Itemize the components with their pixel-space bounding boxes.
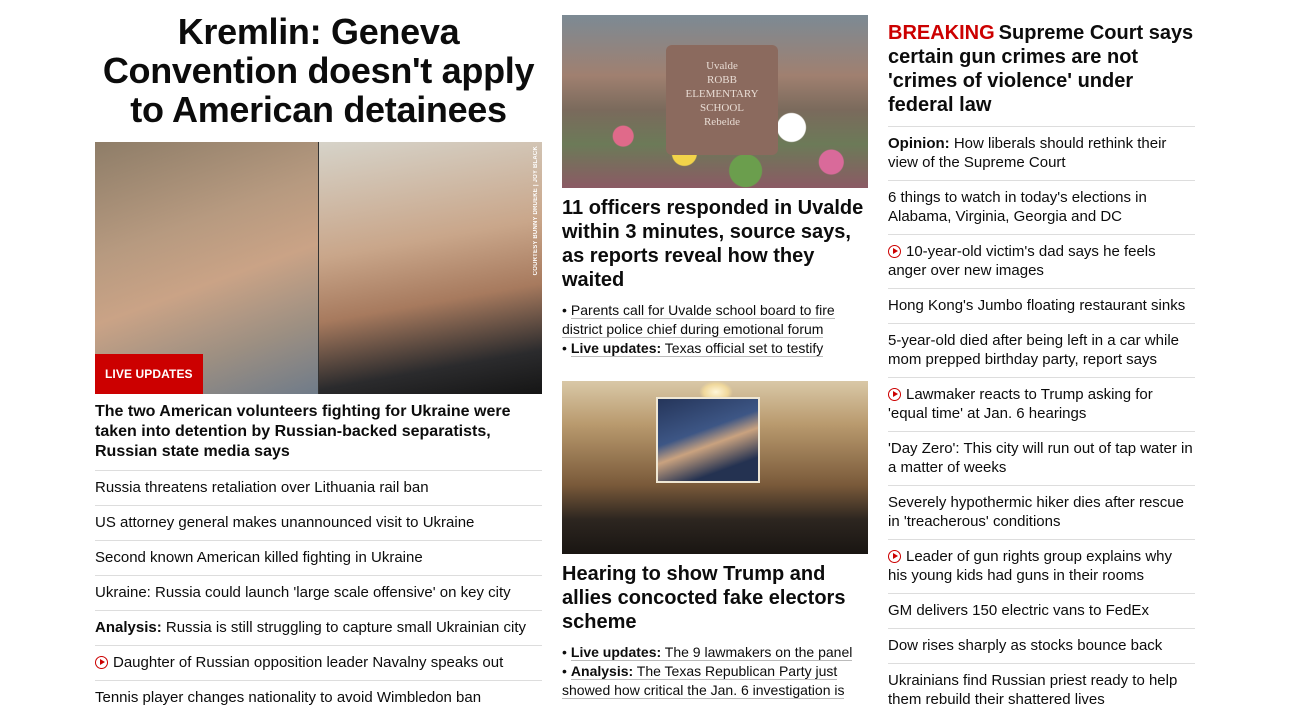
related-link[interactable]: Second known American killed fighting in… bbox=[95, 541, 542, 576]
breaking-headline[interactable]: BREAKING Supreme Court says certain gun c… bbox=[888, 21, 1195, 127]
headline-list: Opinion: How liberals should rethink the… bbox=[888, 127, 1195, 717]
link-text: GM delivers 150 electric vans to FedEx bbox=[888, 602, 1149, 619]
bullet-link[interactable]: • Live updates: Texas official set to tes… bbox=[562, 339, 868, 358]
live-updates-badge[interactable]: LIVE UPDATES bbox=[95, 354, 203, 394]
bullet-text: Parents call for Uvalde school board to … bbox=[562, 302, 835, 338]
headline-link[interactable]: Dow rises sharply as stocks bounce back bbox=[888, 629, 1195, 664]
uvalde-headline[interactable]: 11 officers responded in Uvalde within 3… bbox=[562, 196, 868, 292]
headline-link[interactable]: 'Day Zero': This city will run out of ta… bbox=[888, 432, 1195, 486]
play-icon bbox=[888, 550, 901, 563]
hearing-bullets: • Live updates: The 9 lawmakers on the pa… bbox=[562, 643, 868, 700]
bullet-link[interactable]: • Parents call for Uvalde school board to… bbox=[562, 301, 868, 339]
headline-link[interactable]: Severely hypothermic hiker dies after re… bbox=[888, 486, 1195, 540]
link-text: 6 things to watch in today's elections i… bbox=[888, 189, 1147, 225]
link-text: Dow rises sharply as stocks bounce back bbox=[888, 637, 1163, 654]
play-icon bbox=[95, 656, 108, 669]
headline-link[interactable]: Hong Kong's Jumbo floating restaurant si… bbox=[888, 289, 1195, 324]
headline-link[interactable]: 6 things to watch in today's elections i… bbox=[888, 181, 1195, 235]
related-link[interactable]: Tennis player changes nationality to avo… bbox=[95, 681, 542, 715]
hero-subheadline[interactable]: The two American volunteers fighting for… bbox=[95, 402, 542, 471]
related-link[interactable]: US attorney general makes unannounced vi… bbox=[95, 506, 542, 541]
link-text: Second known American killed fighting in… bbox=[95, 549, 423, 566]
link-text: 5-year-old died after being left in a ca… bbox=[888, 332, 1179, 368]
sign-line: ROBB bbox=[707, 74, 737, 86]
bullet-dot: • bbox=[562, 644, 567, 660]
play-icon bbox=[888, 245, 901, 258]
headline-link[interactable]: Ukrainians find Russian priest ready to … bbox=[888, 664, 1195, 717]
link-tag: Opinion: bbox=[888, 135, 950, 152]
headline-link[interactable]: Opinion: How liberals should rethink the… bbox=[888, 127, 1195, 181]
related-link[interactable]: Daughter of Russian opposition leader Na… bbox=[95, 646, 542, 681]
bullet-dot: • bbox=[562, 663, 567, 679]
school-sign: Uvalde ROBB ELEMENTARY SCHOOL Rebelde bbox=[666, 45, 778, 155]
bullet-link[interactable]: • Live updates: The 9 lawmakers on the pa… bbox=[562, 643, 868, 662]
bullet-body: Parents call for Uvalde school board to … bbox=[562, 302, 835, 337]
link-text: Hong Kong's Jumbo floating restaurant si… bbox=[888, 297, 1186, 314]
sign-line: Uvalde bbox=[706, 60, 738, 72]
breaking-label: BREAKING bbox=[888, 22, 995, 44]
link-text: Tennis player changes nationality to avo… bbox=[95, 689, 482, 706]
hearing-headline[interactable]: Hearing to show Trump and allies concoct… bbox=[562, 562, 868, 634]
link-text: Lawmaker reacts to Trump asking for 'equ… bbox=[888, 386, 1153, 422]
bullet-body: The 9 lawmakers on the panel bbox=[664, 644, 853, 660]
play-icon bbox=[888, 388, 901, 401]
lead-story-column: Kremlin: Geneva Convention doesn't apply… bbox=[95, 0, 542, 715]
related-links-list: Russia threatens retaliation over Lithua… bbox=[95, 471, 542, 715]
sign-line: Rebelde bbox=[703, 116, 741, 128]
link-text: 10-year-old victim's dad says he feels a… bbox=[888, 243, 1156, 279]
related-link[interactable]: Ukraine: Russia could launch 'large scal… bbox=[95, 576, 542, 611]
headline-link[interactable]: 10-year-old victim's dad says he feels a… bbox=[888, 235, 1195, 289]
link-text: US attorney general makes unannounced vi… bbox=[95, 514, 475, 531]
hero-photo[interactable]: COURTESY BUNNY DRUEKE | JOY BLACK LIVE U… bbox=[95, 142, 542, 394]
hearing-screen bbox=[656, 397, 760, 483]
jan6-hearing-image[interactable] bbox=[562, 381, 868, 554]
headline-link[interactable]: Lawmaker reacts to Trump asking for 'equ… bbox=[888, 378, 1195, 432]
link-text: Ukraine: Russia could launch 'large scal… bbox=[95, 584, 511, 601]
related-link[interactable]: Russia threatens retaliation over Lithua… bbox=[95, 471, 542, 506]
link-text: Russia is still struggling to capture sm… bbox=[165, 619, 527, 636]
detainee-photo-right bbox=[319, 142, 542, 394]
link-text: Severely hypothermic hiker dies after re… bbox=[888, 494, 1184, 530]
uvalde-bullets: • Parents call for Uvalde school board to… bbox=[562, 301, 868, 358]
middle-column: Uvalde ROBB ELEMENTARY SCHOOL Rebelde 11 off… bbox=[562, 0, 868, 700]
hero-headline[interactable]: Kremlin: Geneva Convention doesn't apply… bbox=[95, 12, 542, 129]
photo-credit: COURTESY BUNNY DRUEKE | JOY BLACK bbox=[533, 146, 539, 276]
link-text: Leader of gun rights group explains why … bbox=[888, 548, 1173, 584]
bullet-dot: • bbox=[562, 302, 567, 318]
link-text: Daughter of Russian opposition leader Na… bbox=[113, 654, 504, 671]
bullet-text: Analysis: The Texas Republican Party jus… bbox=[562, 663, 845, 699]
bullet-link[interactable]: • Analysis: The Texas Republican Party ju… bbox=[562, 662, 868, 700]
headline-link[interactable]: 5-year-old died after being left in a ca… bbox=[888, 324, 1195, 378]
uvalde-memorial-image[interactable]: Uvalde ROBB ELEMENTARY SCHOOL Rebelde bbox=[562, 15, 868, 188]
link-text: Ukrainians find Russian priest ready to … bbox=[888, 672, 1178, 708]
bullet-body: Texas official set to testify bbox=[664, 340, 824, 356]
sign-line: SCHOOL bbox=[699, 102, 744, 114]
bullet-text: Live updates: The 9 lawmakers on the pan… bbox=[570, 644, 853, 661]
headline-link[interactable]: Leader of gun rights group explains why … bbox=[888, 540, 1195, 594]
link-text: 'Day Zero': This city will run out of ta… bbox=[888, 440, 1193, 476]
bullet-tag: Analysis: bbox=[570, 663, 634, 679]
sign-line: ELEMENTARY bbox=[685, 88, 759, 100]
bullet-tag: Live updates: bbox=[570, 340, 662, 356]
related-link[interactable]: Analysis: Russia is still struggling to … bbox=[95, 611, 542, 646]
bullet-dot: • bbox=[562, 340, 567, 356]
bullet-tag: Live updates: bbox=[570, 644, 662, 660]
right-column: BREAKING Supreme Court says certain gun c… bbox=[888, 0, 1195, 717]
link-text: Russia threatens retaliation over Lithua… bbox=[95, 479, 429, 496]
link-tag: Analysis: bbox=[95, 619, 162, 636]
headline-link[interactable]: GM delivers 150 electric vans to FedEx bbox=[888, 594, 1195, 629]
bullet-text: Live updates: Texas official set to test… bbox=[570, 340, 824, 357]
